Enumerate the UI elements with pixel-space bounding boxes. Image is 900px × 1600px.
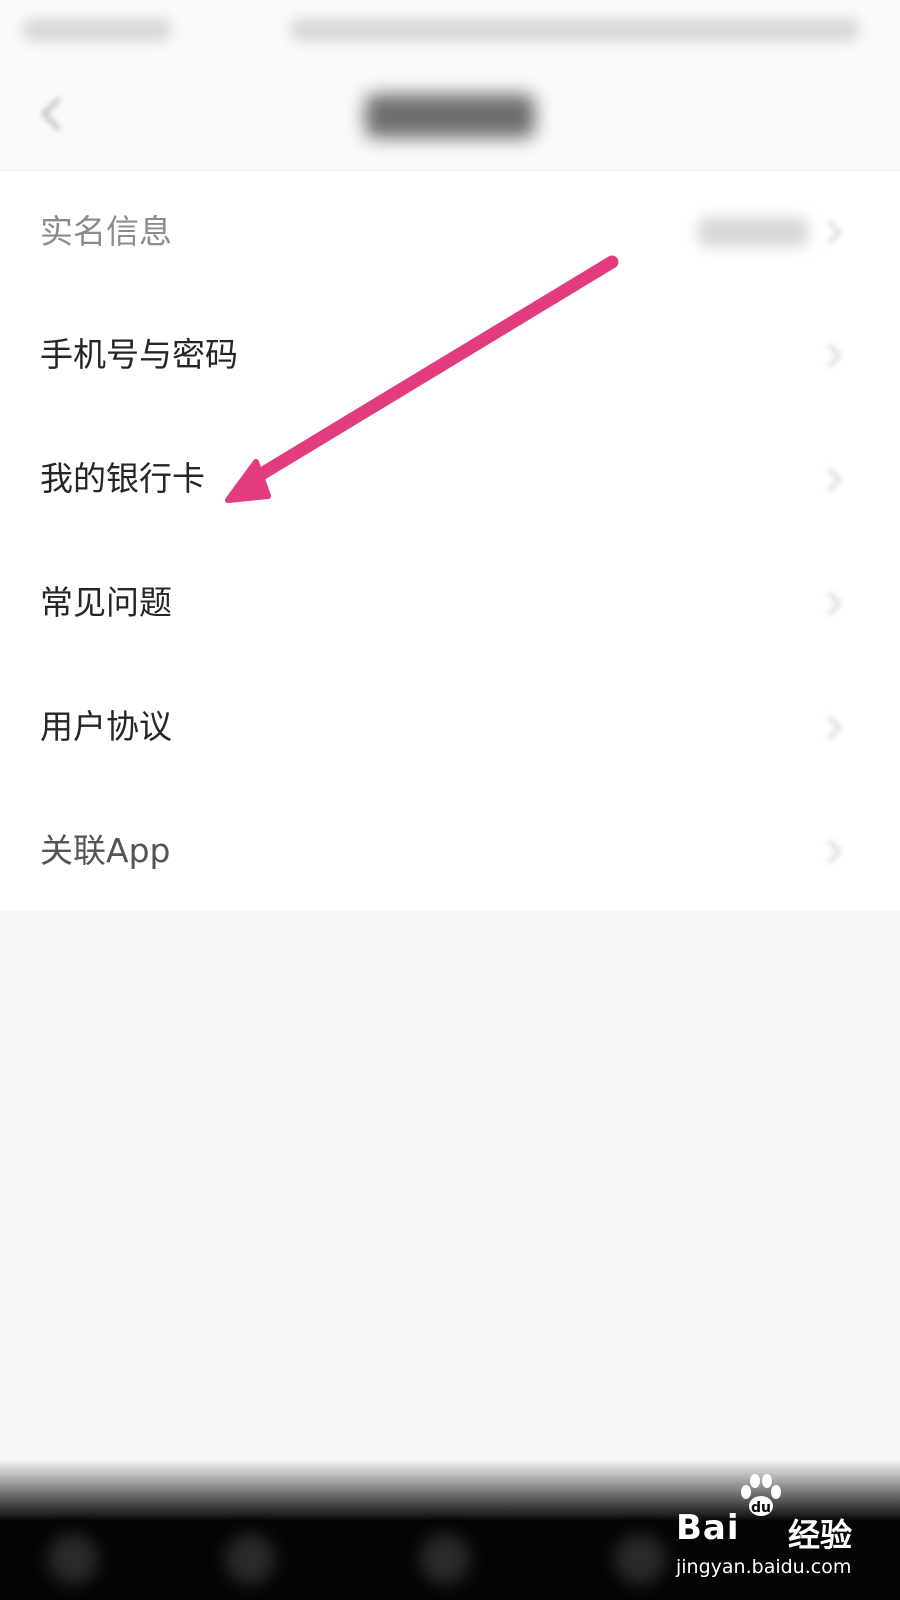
menu-item-label: 常见问题	[40, 583, 172, 622]
menu-item-label: 关联App	[40, 831, 171, 870]
watermark-jingyan: 经验	[788, 1516, 853, 1554]
page-title-blurred	[365, 94, 535, 138]
status-icons-blurred	[290, 18, 860, 42]
baidu-jingyan-watermark: Bai du 经验 jingyan.baidu.com	[676, 1470, 876, 1590]
menu-item-user-agreement[interactable]: 用户协议	[0, 665, 900, 789]
status-bar	[0, 0, 900, 62]
nav-recent-blurred[interactable]	[615, 1534, 665, 1584]
menu-item-label: 我的银行卡	[40, 459, 205, 498]
menu-item-label: 用户协议	[40, 707, 172, 746]
nav-home-blurred[interactable]	[48, 1534, 98, 1584]
nav-back-blurred[interactable]	[225, 1534, 275, 1584]
back-button[interactable]	[30, 90, 76, 136]
menu-item-phone-password[interactable]: 手机号与密码	[0, 293, 900, 417]
watermark-bai: Bai	[676, 1508, 740, 1548]
chevron-right-icon	[817, 839, 842, 864]
chevron-right-icon	[817, 591, 842, 616]
carrier-info-blurred	[22, 18, 172, 42]
chevron-right-icon	[817, 220, 842, 245]
watermark-url: jingyan.baidu.com	[676, 1556, 852, 1578]
verification-status-blurred	[698, 217, 808, 247]
chevron-right-icon	[817, 715, 842, 740]
menu-item-label: 手机号与密码	[40, 335, 238, 374]
paw-icon: du	[741, 1474, 781, 1516]
settings-menu: 实名信息 手机号与密码 我的银行卡 常见问题 用户协议 关联App	[0, 171, 900, 911]
menu-item-real-name[interactable]: 实名信息	[0, 171, 900, 293]
svg-text:du: du	[751, 1500, 771, 1516]
nav-center-blurred[interactable]	[420, 1534, 470, 1584]
menu-item-bank-cards[interactable]: 我的银行卡	[0, 417, 900, 541]
menu-item-faq[interactable]: 常见问题	[0, 541, 900, 665]
chevron-right-icon	[817, 467, 842, 492]
chevron-left-icon	[41, 97, 75, 131]
menu-item-label: 实名信息	[40, 212, 172, 251]
menu-item-linked-apps[interactable]: 关联App	[0, 789, 900, 913]
top-nav-bar	[0, 62, 900, 171]
chevron-right-icon	[817, 343, 842, 368]
